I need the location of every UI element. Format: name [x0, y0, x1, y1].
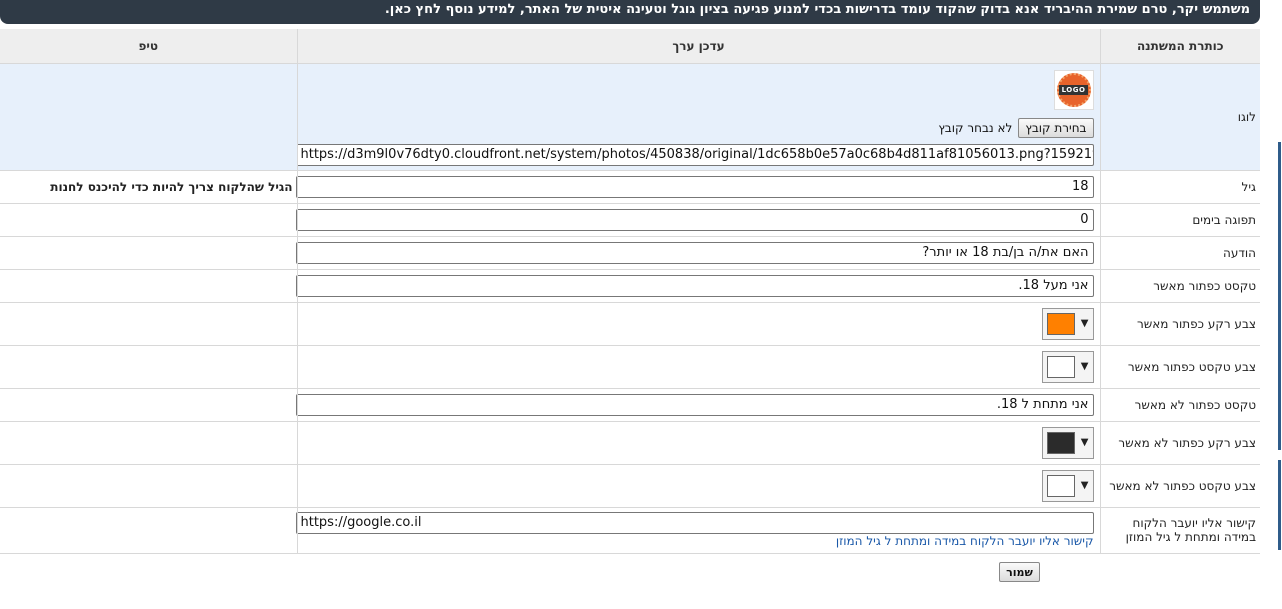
- color-swatch: [1046, 431, 1075, 454]
- table-row-confirm-text: טקסט כפתור מאשר אני מעל 18.: [0, 269, 1260, 303]
- row-label: לוגו: [1099, 63, 1260, 171]
- redirect-url-input[interactable]: https://google.co.il: [295, 512, 1094, 534]
- table-row-confirm-bg: צבע רקע כפתור מאשר ▼: [0, 302, 1260, 346]
- table-row-message: הודעה האם את/ה בן/בת 18 או יותר?: [0, 236, 1260, 270]
- row-label: תפוגה בימים: [1099, 203, 1260, 237]
- row-tip: הגיל שהלקוח צריך להיות כדי להיכנס לחנות: [0, 170, 297, 204]
- age-input[interactable]: 18: [295, 175, 1094, 198]
- row-tip: [0, 63, 297, 171]
- confirm-text-color-select[interactable]: ▼: [1041, 350, 1094, 383]
- row-tip: [0, 464, 297, 508]
- color-swatch: [1046, 312, 1075, 335]
- scroll-accent: [1278, 460, 1281, 550]
- row-label: טקסט כפתור מאשר: [1099, 269, 1260, 303]
- message-input[interactable]: האם את/ה בן/בת 18 או יותר?: [295, 241, 1094, 264]
- choose-file-button[interactable]: בחירת קובץ: [1018, 117, 1094, 138]
- row-tip: [0, 203, 297, 237]
- deny-button-text-input[interactable]: אני מתחת ל 18.: [295, 393, 1094, 416]
- chevron-down-icon: ▼: [1080, 437, 1089, 448]
- table-row-deny-bg: צבע רקע כפתור לא מאשר ▼: [0, 421, 1260, 465]
- confirm-button-text-input[interactable]: אני מעל 18.: [295, 274, 1094, 297]
- file-status-label: לא נבחר קובץ: [938, 120, 1013, 135]
- chevron-down-icon: ▼: [1080, 318, 1089, 329]
- table-row-deny-text: טקסט כפתור לא מאשר אני מתחת ל 18.: [0, 388, 1260, 422]
- row-tip: [0, 345, 297, 389]
- logo-value-cell: LOGO בחירת קובץ לא נבחר קובץ https://d3m…: [295, 63, 1100, 171]
- deny-text-color-select[interactable]: ▼: [1041, 469, 1094, 502]
- table-row-age: גיל 18 הגיל שהלקוח צריך להיות כדי להיכנס…: [0, 170, 1260, 204]
- save-button[interactable]: שמור: [999, 562, 1040, 582]
- color-swatch: [1046, 355, 1075, 378]
- confirm-bg-color-select[interactable]: ▼: [1041, 307, 1094, 340]
- header-variable-title: כותרת המשתנה: [1099, 29, 1260, 64]
- row-label: הודעה: [1099, 236, 1260, 270]
- table-header-row: כותרת המשתנה עדכן ערך טיפ: [0, 29, 1260, 64]
- logo-url-input[interactable]: https://d3m9l0v76dty0.cloudfront.net/sys…: [295, 143, 1094, 166]
- row-label: צבע רקע כפתור מאשר: [1099, 302, 1260, 346]
- variables-table: כותרת המשתנה עדכן ערך טיפ לוגו LOGO בחיר…: [0, 29, 1260, 554]
- row-label: צבע רקע כפתור לא מאשר: [1099, 421, 1260, 465]
- row-label: צבע טקסט כפתור מאשר: [1099, 345, 1260, 389]
- header-update-value: עדכן ערך: [296, 29, 1100, 64]
- row-label: צבע טקסט כפתור לא מאשר: [1099, 464, 1260, 508]
- table-row-deny-fg: צבע טקסט כפתור לא מאשר ▼: [0, 464, 1260, 508]
- redirect-hint: קישור אליו יועבר הלקוח במידה ומתחת ל גיל…: [835, 534, 1094, 548]
- chevron-down-icon: ▼: [1080, 361, 1089, 372]
- table-row-confirm-fg: צבע טקסט כפתור מאשר ▼: [0, 345, 1260, 389]
- chevron-down-icon: ▼: [1080, 480, 1089, 491]
- table-row-redirect: קישור אליו יועבר הלקוח במידה ומתחת ל גיל…: [0, 507, 1260, 554]
- table-row-logo: לוגו LOGO בחירת קובץ לא נבחר קובץ https:…: [0, 63, 1260, 171]
- logo-preview-image: LOGO: [1053, 69, 1094, 110]
- table-row-expiry: תפוגה בימים 0: [0, 203, 1260, 237]
- row-tip: [0, 507, 297, 554]
- scroll-accent: [1278, 142, 1281, 450]
- row-tip: [0, 388, 297, 422]
- expiry-days-input[interactable]: 0: [295, 208, 1094, 231]
- row-label: גיל: [1099, 170, 1260, 204]
- row-tip: [0, 269, 297, 303]
- row-tip: [0, 421, 297, 465]
- deny-bg-color-select[interactable]: ▼: [1041, 426, 1094, 459]
- row-label: קישור אליו יועבר הלקוח במידה ומתחת ל גיל…: [1099, 507, 1260, 554]
- row-tip: [0, 236, 297, 270]
- row-label: טקסט כפתור לא מאשר: [1099, 388, 1260, 422]
- header-tip: טיפ: [0, 29, 297, 64]
- row-tip: [0, 302, 297, 346]
- code-notice-banner[interactable]: משתמש יקר, טרם שמירת ההיבריד אנא בדוק שה…: [0, 0, 1260, 24]
- color-swatch: [1046, 474, 1075, 497]
